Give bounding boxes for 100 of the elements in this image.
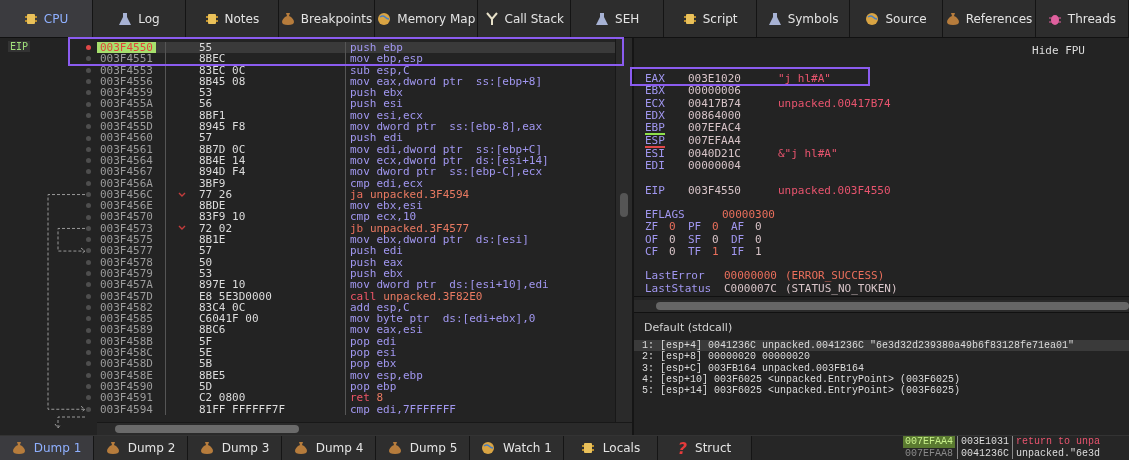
tab[interactable]: Dump 5 [376, 436, 470, 460]
bytes-text: 57 [199, 245, 213, 257]
register-name: EDI [645, 160, 665, 172]
address-text: 003F4579 [99, 267, 154, 280]
tab[interactable]: Dump 3 [188, 436, 282, 460]
vertical-scrollbar[interactable] [615, 38, 632, 422]
bytes-text: 897E 10 [199, 279, 246, 291]
flag-value[interactable]: 0 [669, 221, 676, 234]
stack-address[interactable]: 007EFAA4 [903, 436, 955, 448]
breakpoint-dot[interactable] [86, 146, 91, 152]
register-value[interactable]: 00000006 [688, 85, 778, 98]
instruction-text: cmp ecx,10 [349, 211, 417, 223]
register-value[interactable]: 00864000 [688, 109, 778, 123]
breakpoint-dot[interactable] [86, 237, 91, 243]
breakpoint-dot[interactable] [86, 282, 91, 288]
breakpoint-dot[interactable] [86, 259, 91, 265]
horizontal-scrollbar[interactable] [97, 422, 632, 435]
breakpoint-dot[interactable] [86, 350, 91, 356]
breakpoint-dot[interactable] [86, 327, 91, 333]
flag-value[interactable]: 0 [712, 221, 719, 234]
register-value[interactable]: 003E1020 [688, 73, 778, 86]
breakpoint-dot[interactable] [86, 304, 91, 310]
bytes-text: 81FF FFFFFF7F [199, 403, 286, 415]
breakpoint-dot[interactable] [86, 203, 91, 209]
instruction-text: pop ebx [349, 358, 397, 370]
breakpoint-dot[interactable] [86, 271, 91, 277]
breakpoint-dot[interactable] [86, 214, 91, 220]
instruction-text: mov edi,dword ptr ss:[ebp+C] [349, 143, 543, 155]
stack-address[interactable]: 007EFAA8 [903, 447, 955, 459]
tab[interactable]: ? Struct [658, 436, 752, 460]
register-value[interactable]: 00417B74 [688, 97, 778, 110]
register-value[interactable]: 007EFAA4 [688, 135, 778, 149]
chip-icon [682, 11, 697, 26]
argument-row[interactable]: 3: [esp+C] 003FB164 unpacked.003FB164 [634, 362, 1129, 374]
bytes-text: 53 [199, 267, 213, 280]
instruction-text: pop ebp [349, 380, 397, 393]
flag-value[interactable]: 1 [755, 245, 762, 259]
flag-value[interactable]: 0 [755, 233, 762, 246]
register-value[interactable]: 007EFAC4 [688, 122, 778, 136]
breakpoint-dot[interactable] [86, 225, 91, 231]
bytes-text: 8B45 08 [199, 75, 246, 88]
breakpoint-dot[interactable] [86, 406, 91, 412]
address-text: 003F458D [99, 358, 154, 370]
argument-row[interactable]: 4: [esp+10] 003F6025 <unpacked.EntryPoint> (003F6025) [634, 373, 1129, 386]
breakpoint-dot[interactable] [86, 135, 91, 141]
argument-row[interactable]: 1: [esp+4] 0041236C unpacked.0041236C "6e3d32d239380a49b6f83128fe71ea01" [634, 340, 1129, 352]
flag-value[interactable]: 0 [669, 233, 676, 246]
breakpoint-dot[interactable] [86, 395, 91, 401]
bytes-text: 8B1E [199, 234, 226, 246]
register-value[interactable]: 00000300 [722, 209, 812, 222]
stack-value: 0041236C [957, 447, 1014, 459]
tab[interactable]: Dump 4 [282, 436, 376, 460]
bytes-text: 50 [199, 256, 213, 268]
breakpoint-dot[interactable] [86, 384, 91, 390]
bytes-text: 57 [199, 132, 213, 144]
breakpoint-dot[interactable] [86, 169, 91, 175]
breakpoint-dot[interactable] [86, 338, 91, 344]
breakpoint-dot[interactable] [86, 293, 91, 299]
bytes-text: 83EC 0C [199, 64, 246, 76]
address-text: 003F4589 [99, 324, 154, 336]
breakpoint-dot[interactable] [86, 316, 91, 322]
breakpoint-dot[interactable] [86, 158, 91, 164]
flag-value[interactable]: 1 [712, 245, 719, 259]
argument-row[interactable]: 5: [esp+14] 003F6025 <unpacked.EntryPoint> (003F6025) [634, 385, 1129, 397]
breakpoint-dot[interactable] [86, 56, 91, 62]
breakpoint-dot[interactable] [86, 372, 91, 378]
breakpoint-dot[interactable] [86, 112, 91, 118]
hide-fpu-button[interactable]: Hide FPU [1032, 44, 1085, 57]
register-value[interactable]: 003F4550 [688, 184, 778, 198]
breakpoint-dot[interactable] [86, 124, 91, 130]
address-text: 003F4573 [99, 222, 154, 235]
breakpoint-dot[interactable] [86, 248, 91, 254]
tab[interactable]: CPU [0, 0, 93, 37]
address-text: 003F4591 [99, 392, 154, 404]
breakpoint-dot[interactable] [86, 192, 91, 197]
stack-value: 003E1031 [957, 436, 1014, 448]
instruction-text: pop edi [349, 335, 397, 347]
breakpoint-dot[interactable] [86, 79, 91, 85]
breakpoint-dot[interactable] [86, 101, 91, 107]
breakpoint-dot[interactable] [86, 45, 91, 51]
breakpoint-dot[interactable] [86, 361, 91, 367]
address-text: 003F4578 [99, 256, 154, 268]
tab[interactable]: Dump 2 [94, 436, 188, 460]
horizontal-scrollbar[interactable] [634, 300, 1129, 313]
flag-value[interactable]: 0 [755, 221, 762, 234]
tab[interactable]: Watch 1 [470, 436, 564, 460]
bytes-text: C6041F 00 [199, 313, 259, 325]
argument-row[interactable]: 2: [esp+8] 00000020 00000020 [634, 351, 1129, 363]
tab[interactable]: Locals [564, 436, 658, 460]
instruction-text: pop esi [349, 347, 397, 359]
breakpoint-dot[interactable] [86, 90, 91, 96]
breakpoint-dot[interactable] [86, 180, 91, 186]
register-value[interactable]: 00000004 [688, 160, 778, 173]
flag-value[interactable]: 0 [712, 233, 719, 246]
flag-value[interactable]: 0 [669, 245, 676, 259]
tab[interactable]: Dump 1 [0, 436, 94, 460]
tab[interactable]: Memory Map [375, 0, 479, 37]
register-value[interactable]: 0040D21C [688, 148, 778, 161]
breakpoint-dot[interactable] [86, 67, 91, 73]
flag-name: TF [688, 245, 703, 259]
